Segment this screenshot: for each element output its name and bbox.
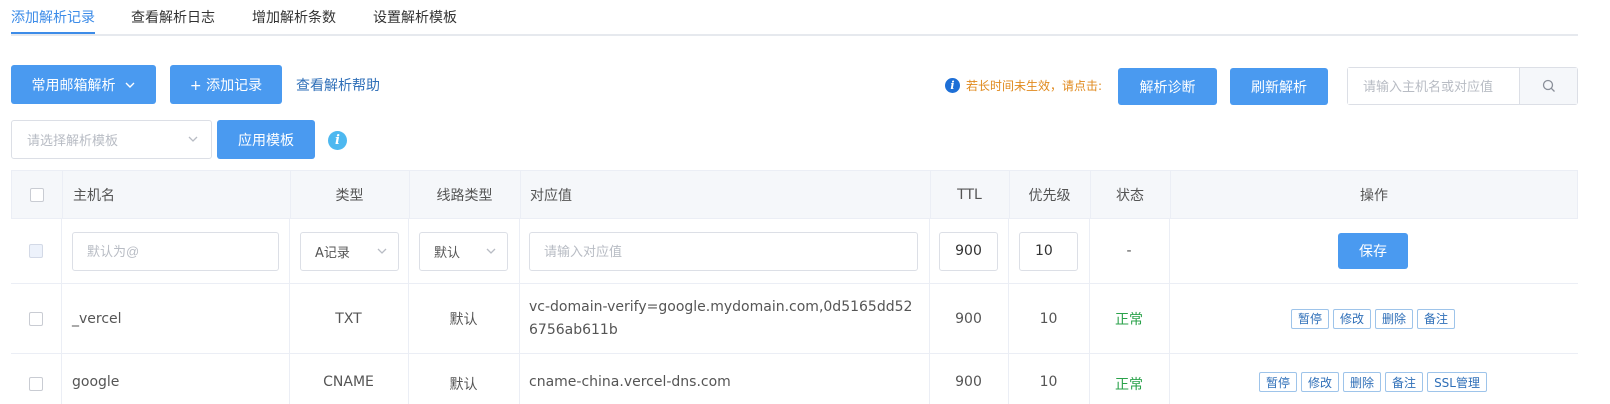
pause-button[interactable]: 暂停	[1259, 372, 1298, 392]
header-status: 状态	[1116, 187, 1144, 204]
row-actions: 暂停 修改 删除 备注	[1169, 284, 1577, 353]
record-type-value: A记录	[315, 245, 350, 261]
table-row: _vercel TXT 默认 vc-domain-verify=google.m…	[11, 284, 1578, 354]
line-cell: 默认	[449, 311, 478, 328]
row-checkbox[interactable]	[29, 311, 43, 326]
tab-template-settings[interactable]: 设置解析模板	[373, 7, 457, 27]
priority-cell: 10	[1039, 374, 1058, 390]
info-icon[interactable]: i	[328, 131, 347, 150]
host-input[interactable]	[72, 231, 279, 271]
priority-cell: 10	[1039, 310, 1058, 327]
value-input[interactable]	[529, 231, 918, 271]
ssl-manage-button[interactable]: SSL管理	[1427, 372, 1487, 392]
ttl-input[interactable]: 900	[939, 231, 998, 271]
record-type-select[interactable]: A记录	[300, 231, 399, 271]
header-line: 线路类型	[436, 187, 493, 204]
apply-template-button[interactable]: 应用模板	[217, 120, 315, 159]
header-host: 主机名	[73, 187, 115, 204]
edit-button[interactable]: 修改	[1332, 308, 1371, 329]
info-icon: i	[945, 78, 960, 93]
chevron-down-icon	[125, 82, 134, 88]
row-actions: 暂停 修改 删除 备注 SSL管理	[1169, 354, 1577, 404]
table-row: google CNAME 默认 cname-china.vercel-dns.c…	[11, 354, 1578, 404]
mail-parse-label: 常用邮箱解析	[31, 77, 116, 94]
save-button[interactable]: 保存	[1338, 233, 1408, 269]
type-cell: TXT	[335, 310, 362, 327]
line-type-value: 默认	[434, 245, 461, 261]
value-cell: vc-domain-verify=google.mydomain.com,0d5…	[529, 298, 913, 338]
chevron-down-icon	[188, 136, 198, 142]
host-cell: google	[72, 374, 120, 390]
chevron-down-icon	[377, 248, 387, 254]
priority-input[interactable]: 10	[1019, 231, 1078, 271]
note-button[interactable]: 备注	[1417, 308, 1456, 329]
row-checkbox	[29, 244, 43, 258]
host-cell: _vercel	[72, 310, 122, 327]
header-actions: 操作	[1360, 187, 1388, 204]
pause-button[interactable]: 暂停	[1290, 308, 1329, 329]
tab-view-log[interactable]: 查看解析日志	[131, 7, 215, 27]
diagnose-button[interactable]: 解析诊断	[1118, 68, 1217, 105]
help-link[interactable]: 查看解析帮助	[296, 75, 380, 95]
select-all-checkbox[interactable]	[30, 187, 44, 202]
line-type-select[interactable]: 默认	[419, 231, 508, 271]
header-value: 对应值	[530, 187, 572, 204]
ttl-cell: 900	[955, 310, 982, 327]
row-checkbox[interactable]	[29, 377, 43, 391]
search-box	[1347, 67, 1578, 105]
delete-button[interactable]: 删除	[1343, 372, 1382, 392]
status-badge: 正常	[1115, 311, 1143, 328]
hint: i 若长时间未生效，请点击:	[945, 77, 1102, 94]
delete-button[interactable]: 删除	[1375, 308, 1414, 329]
chevron-down-icon	[486, 248, 496, 254]
hint-text: 若长时间未生效，请点击:	[966, 79, 1103, 93]
line-cell: 默认	[449, 377, 478, 393]
status-placeholder: -	[1126, 243, 1132, 259]
new-record-row: A记录 默认 900 10 -	[11, 219, 1578, 284]
tab-bar: 添加解析记录 查看解析日志 增加解析条数 设置解析模板	[11, 0, 1578, 36]
ttl-cell: 900	[955, 374, 982, 390]
edit-button[interactable]: 修改	[1301, 372, 1340, 392]
value-cell: cname-china.vercel-dns.com	[529, 374, 731, 390]
tab-add-quota[interactable]: 增加解析条数	[252, 7, 336, 27]
type-cell: CNAME	[323, 374, 374, 390]
note-button[interactable]: 备注	[1385, 372, 1424, 392]
header-priority: 优先级	[1028, 187, 1071, 204]
search-input[interactable]	[1348, 68, 1520, 104]
refresh-button[interactable]: 刷新解析	[1230, 68, 1328, 105]
header-ttl: TTL	[957, 186, 982, 203]
template-select-placeholder: 请选择解析模板	[27, 134, 119, 149]
template-select[interactable]: 请选择解析模板	[11, 120, 212, 159]
search-icon	[1542, 79, 1555, 92]
add-record-button[interactable]: + 添加记录	[170, 65, 282, 104]
active-tab-indicator	[11, 32, 95, 34]
mail-parse-dropdown-button[interactable]: 常用邮箱解析	[11, 65, 156, 104]
search-button[interactable]	[1520, 68, 1577, 104]
status-badge: 正常	[1115, 377, 1143, 393]
tab-add-record[interactable]: 添加解析记录	[11, 7, 95, 27]
table-header: 主机名 类型 线路类型 对应值 TTL 优先级 状态 操作	[11, 170, 1578, 219]
header-type: 类型	[335, 187, 364, 204]
